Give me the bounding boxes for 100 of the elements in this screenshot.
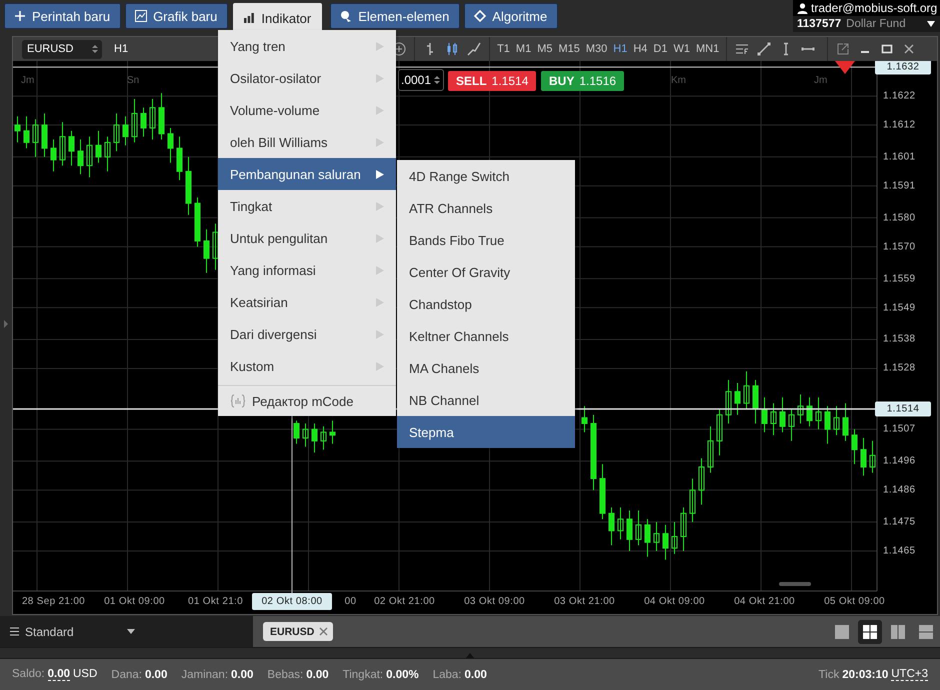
menu-item[interactable]: Редактор mCode bbox=[218, 386, 396, 416]
diagonal-line-icon[interactable] bbox=[757, 42, 772, 56]
timeframe-button[interactable]: W1 bbox=[670, 43, 693, 55]
time-label: 03 Okt 09:00 bbox=[464, 596, 525, 607]
menu-item[interactable]: Dari divergensi bbox=[218, 318, 396, 350]
workspace-select[interactable]: Standard bbox=[25, 624, 121, 638]
menu-item[interactable]: Bands Fibo True bbox=[397, 224, 575, 256]
candle bbox=[644, 518, 650, 558]
menu-item[interactable]: Untuk pengulitan bbox=[218, 222, 396, 254]
day-label: Sn bbox=[127, 75, 140, 86]
dropdown-icon[interactable] bbox=[927, 21, 935, 27]
candle bbox=[680, 507, 686, 552]
time-label: 01 Okt 21:0 bbox=[188, 596, 243, 607]
candle bbox=[708, 426, 714, 474]
timeframe-button[interactable]: M15 bbox=[555, 43, 583, 55]
candle bbox=[96, 130, 102, 164]
expand-icon[interactable] bbox=[4, 320, 8, 328]
candle bbox=[662, 524, 668, 560]
timeframe-button[interactable]: MN1 bbox=[692, 43, 722, 55]
close-icon[interactable] bbox=[319, 627, 328, 636]
menu-item[interactable]: Yang tren bbox=[218, 30, 396, 62]
menu-item[interactable]: Stepma bbox=[397, 416, 575, 448]
field-value: 0.00 bbox=[306, 668, 329, 680]
menu-item[interactable]: oleh Bill Williams bbox=[218, 126, 396, 158]
menu-item[interactable]: 4D Range Switch bbox=[397, 160, 575, 192]
lot-field[interactable]: .0001 bbox=[398, 69, 444, 91]
day-label: Jm bbox=[21, 75, 34, 86]
candle bbox=[842, 402, 848, 442]
timeframe-button[interactable]: T1 bbox=[494, 43, 513, 55]
sell-button[interactable]: SELL 1.1514 bbox=[448, 71, 536, 91]
menu-item[interactable]: Osilator-osilator bbox=[218, 62, 396, 94]
field-value: 0.00 bbox=[48, 668, 70, 681]
bar-chart-icon bbox=[243, 12, 256, 24]
maximize-icon[interactable] bbox=[880, 42, 894, 56]
menu-tab[interactable]: Algoritme bbox=[464, 3, 558, 29]
menu-tab[interactable]: Indikator bbox=[233, 3, 322, 33]
candle bbox=[860, 438, 866, 476]
timeframe-button[interactable]: M30 bbox=[582, 43, 610, 55]
menu-item[interactable]: Volume-volume bbox=[218, 94, 396, 126]
submenu-arrow-icon bbox=[376, 202, 384, 210]
caret-icon[interactable] bbox=[127, 629, 135, 634]
time-label: 28 Sep 21:00 bbox=[22, 596, 86, 607]
line-icon[interactable] bbox=[467, 42, 482, 56]
price-label: 1.1612 bbox=[883, 120, 916, 131]
time-label: 00 bbox=[344, 596, 356, 607]
submenu-arrow-icon bbox=[376, 234, 384, 242]
menu-item[interactable]: MA Chanels bbox=[397, 352, 575, 384]
candle bbox=[68, 130, 74, 166]
field-label: Laba: bbox=[432, 668, 462, 680]
menu-item[interactable]: Keatsirian bbox=[218, 286, 396, 318]
candle bbox=[114, 112, 120, 152]
candle bbox=[870, 440, 876, 474]
menu-item[interactable]: Yang informasi bbox=[218, 254, 396, 286]
close-icon[interactable] bbox=[902, 42, 916, 56]
symbol-select[interactable]: EURUSD bbox=[22, 40, 102, 58]
submenu-arrow-icon bbox=[376, 106, 384, 114]
menu-item[interactable]: Center Of Gravity bbox=[397, 256, 575, 288]
menu-item[interactable]: Chandstop bbox=[397, 288, 575, 320]
timezone-select[interactable]: UTC+3 bbox=[891, 668, 928, 681]
menu-tab[interactable]: Elemen-elemen bbox=[330, 3, 460, 29]
scrollbar-thumb[interactable] bbox=[779, 582, 811, 586]
timeframe-button[interactable]: H1 bbox=[610, 43, 630, 55]
chart-tab[interactable]: EURUSD bbox=[263, 622, 334, 641]
candle bbox=[294, 420, 300, 444]
menu-tab[interactable]: Perintah baru bbox=[4, 3, 122, 29]
time-label: 05 Okt 09:00 bbox=[824, 596, 885, 607]
menu-icon[interactable] bbox=[10, 627, 19, 636]
buy-button[interactable]: BUY 1.1516 bbox=[541, 71, 624, 91]
submenu-arrow-icon bbox=[376, 362, 384, 370]
menu-item[interactable]: Tingkat bbox=[218, 190, 396, 222]
field-value: 0.00% bbox=[386, 668, 419, 680]
menu-item[interactable]: ATR Channels bbox=[397, 192, 575, 224]
price-label: 1.1580 bbox=[883, 212, 916, 224]
menu-item[interactable]: Kustom bbox=[218, 350, 396, 382]
candle bbox=[186, 156, 192, 216]
popout-icon[interactable] bbox=[836, 42, 850, 56]
price-marker: 1.1514 bbox=[875, 402, 931, 417]
layout-button[interactable] bbox=[858, 620, 882, 644]
submenu-arrow-icon bbox=[376, 330, 384, 338]
currency-label: USD bbox=[73, 668, 98, 681]
price-label: 1.1622 bbox=[883, 90, 916, 102]
day-label: Km bbox=[671, 75, 686, 86]
timeframe-button[interactable]: M1 bbox=[512, 43, 534, 55]
menu-tab[interactable]: Grafik baru bbox=[125, 3, 228, 29]
timeframe-button[interactable]: D1 bbox=[650, 43, 670, 55]
candle bbox=[122, 116, 128, 146]
menu-item[interactable]: Pembangunan saluran bbox=[218, 158, 396, 190]
candles-icon[interactable] bbox=[445, 42, 460, 56]
timeframe-button[interactable]: H4 bbox=[630, 43, 650, 55]
candle bbox=[60, 122, 66, 166]
menu-item[interactable]: Keltner Channels bbox=[397, 320, 575, 352]
tick-label: Tick bbox=[818, 668, 840, 680]
candle bbox=[302, 423, 308, 448]
timeframe-button[interactable]: M5 bbox=[534, 43, 556, 55]
candle bbox=[42, 112, 48, 158]
tick-time: 20:03:10 bbox=[842, 668, 888, 680]
menu-item[interactable]: NB Channel bbox=[397, 384, 575, 416]
candle bbox=[78, 139, 84, 175]
list-icon[interactable] bbox=[735, 42, 750, 56]
candle bbox=[824, 406, 830, 444]
